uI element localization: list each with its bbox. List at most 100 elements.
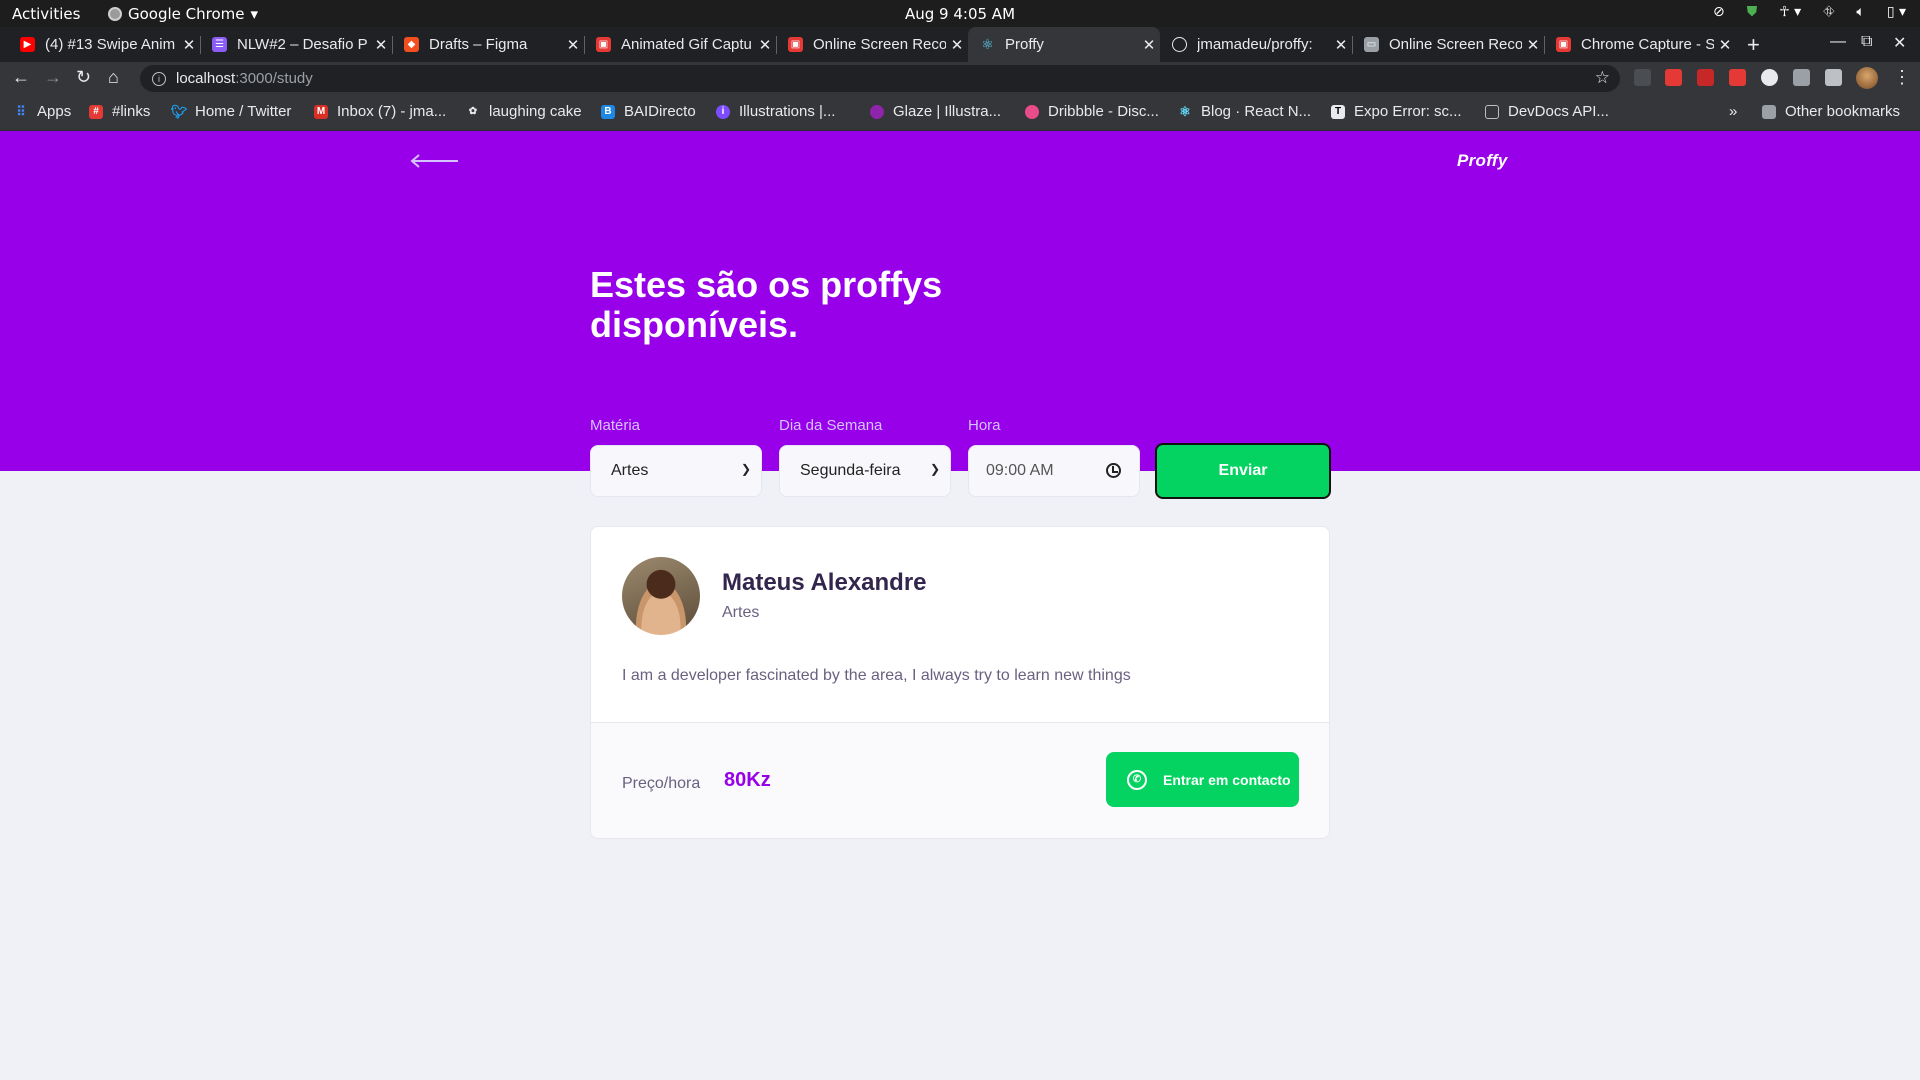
tab-2[interactable]: ◆ Drafts – Figma ✕	[392, 27, 584, 62]
subject-select[interactable]: Artes ❯	[590, 445, 762, 497]
cast-icon[interactable]	[1793, 69, 1810, 86]
subject-label: Matéria	[590, 417, 641, 434]
bank-icon: B	[601, 104, 615, 119]
close-icon[interactable]: ✕	[178, 36, 200, 54]
folder-icon	[1762, 104, 1776, 119]
react-icon: ⚛	[1179, 103, 1191, 119]
close-window-icon[interactable]: ✕	[1893, 33, 1906, 53]
extension-icon[interactable]	[1729, 69, 1746, 86]
page-content: Proffy Estes são os proffys disponíveis.…	[0, 131, 1920, 1080]
tab-0[interactable]: ▶ (4) #13 Swipe Anim ✕	[8, 27, 200, 62]
bookmark-label: Glaze | Illustra...	[893, 103, 1002, 120]
tab-title: NLW#2 – Desafio P	[237, 36, 368, 53]
price-label: Preço/hora	[622, 775, 701, 792]
close-icon[interactable]: ✕	[754, 36, 776, 54]
weekday-select[interactable]: Segunda-feira ❯	[779, 445, 951, 497]
close-icon[interactable]: ✕	[562, 36, 584, 54]
bookmark-item[interactable]: ✿ laughing cake	[466, 103, 582, 120]
profile-avatar[interactable]	[1856, 67, 1878, 89]
bookmark-item[interactable]: ⚛ Blog · React N...	[1178, 103, 1311, 120]
more-bookmarks-icon[interactable]: »	[1729, 103, 1737, 120]
browser-toolbar: ← → ↻ ⌂ i localhost:3000/study ☆ ⋮	[0, 62, 1920, 95]
bookmark-item[interactable]: 🐦︎ Home / Twitter	[171, 103, 292, 120]
forward-icon[interactable]: →	[44, 67, 62, 88]
other-bookmarks[interactable]: Other bookmarks	[1762, 103, 1900, 120]
teacher-name: Mateus Alexandre	[722, 569, 927, 596]
weekday-select-value: Segunda-feira	[800, 462, 901, 479]
accessibility-icon[interactable]: ☥ ▾	[1779, 4, 1801, 20]
restore-icon[interactable]: ⧉	[1861, 33, 1872, 51]
bookmark-item[interactable]: B BAIDirecto	[601, 103, 696, 120]
network-icon[interactable]: ⛗	[1823, 4, 1834, 20]
dribbble-icon	[1025, 104, 1039, 119]
back-arrow-icon[interactable]	[410, 151, 460, 171]
close-icon[interactable]: ✕	[1138, 36, 1160, 54]
bookmark-label: DevDocs API...	[1508, 103, 1609, 120]
address-bar[interactable]: i localhost:3000/study ☆	[140, 65, 1620, 92]
bookmark-item[interactable]: i Illustrations |...	[716, 103, 835, 120]
tab-8[interactable]: ▣ Chrome Capture - S ✕	[1544, 27, 1736, 62]
close-icon[interactable]: ✕	[1522, 36, 1544, 54]
minimize-icon[interactable]: —	[1830, 33, 1846, 51]
subject-select-value: Artes	[611, 462, 649, 479]
close-icon[interactable]: ✕	[1714, 36, 1736, 54]
menu-kebab-icon[interactable]: ⋮	[1893, 67, 1911, 88]
time-label: Hora	[968, 417, 1001, 434]
brand-logo[interactable]: Proffy	[1457, 151, 1508, 171]
time-input[interactable]: 09:00 AM	[968, 445, 1140, 497]
bookmark-favicon-icon: #	[89, 104, 103, 119]
extension-icon[interactable]	[1697, 69, 1714, 86]
bookmark-item[interactable]: # #links	[89, 103, 150, 120]
home-icon[interactable]: ⌂	[108, 67, 119, 88]
close-icon[interactable]: ✕	[1330, 36, 1352, 54]
time-input-value: 09:00 AM	[986, 462, 1054, 479]
extension-icon[interactable]	[1634, 69, 1651, 86]
puzzle-icon[interactable]	[1825, 69, 1842, 86]
bookmark-apps[interactable]: ⠿ Apps	[14, 103, 71, 120]
tab-3[interactable]: ▣ Animated Gif Captu ✕	[584, 27, 776, 62]
dnd-icon[interactable]: ⊘	[1713, 4, 1725, 20]
whatsapp-icon: ✆	[1127, 769, 1147, 790]
volume-icon[interactable]: 🔈︎	[1856, 4, 1864, 20]
bookmark-item[interactable]: Glaze | Illustra...	[870, 103, 1001, 120]
bookmark-label: Home / Twitter	[195, 103, 292, 120]
url-path: :3000/study	[235, 70, 313, 87]
new-tab-icon[interactable]: +	[1747, 32, 1760, 58]
tab-4[interactable]: ▣ Online Screen Reco ✕	[776, 27, 968, 62]
bookmark-label: Expo Error: sc...	[1354, 103, 1462, 120]
bookmark-item[interactable]: Dribbble - Disc...	[1025, 103, 1159, 120]
tab-5-active[interactable]: ⚛ Proffy ✕	[968, 27, 1160, 62]
tab-title: Chrome Capture - S	[1581, 36, 1714, 53]
shield-icon[interactable]: ⛊	[1747, 4, 1758, 20]
tab-1[interactable]: ☰ NLW#2 – Desafio P ✕	[200, 27, 392, 62]
info-icon[interactable]: i	[152, 71, 166, 86]
teacher-avatar	[622, 557, 700, 635]
submit-button[interactable]: Enviar	[1155, 443, 1331, 499]
tab-7[interactable]: ▭ Online Screen Reco ✕	[1352, 27, 1544, 62]
apps-grid-icon: ⠿	[16, 103, 26, 119]
bookmarks-bar: ⠿ Apps # #links 🐦︎ Home / Twitter M Inbox (7…	[0, 95, 1920, 131]
battery-icon[interactable]: ▯ ▾	[1887, 4, 1906, 20]
tab-6[interactable]: jmamadeu/proffy: ✕	[1160, 27, 1352, 62]
close-icon[interactable]: ✕	[946, 36, 968, 54]
tab-strip: ▶ (4) #13 Swipe Anim ✕ ☰ NLW#2 – Desafio…	[0, 27, 1920, 62]
bookmark-item[interactable]: DevDocs API...	[1485, 103, 1609, 120]
teacher-card-footer: Preço/hora 80Kz ✆ Entrar em contacto	[591, 722, 1329, 838]
close-icon[interactable]: ✕	[370, 36, 392, 54]
bookmark-label: BAIDirecto	[624, 103, 696, 120]
reload-icon[interactable]: ↻	[76, 67, 91, 88]
system-clock[interactable]: Aug 9 4:05 AM	[0, 5, 1920, 23]
system-tray[interactable]: ⊘ ⛊ ☥ ▾ ⛗ 🔈︎ ▯ ▾	[1713, 4, 1906, 20]
extension-icon[interactable]	[1665, 69, 1682, 86]
tab-title: Animated Gif Captu	[621, 36, 752, 53]
gmail-icon: M	[314, 104, 328, 119]
bookmark-item[interactable]: T Expo Error: sc...	[1331, 103, 1462, 120]
github-icon[interactable]	[1761, 69, 1778, 86]
bookmark-star-icon[interactable]: ☆	[1595, 68, 1610, 88]
back-icon[interactable]: ←	[12, 67, 30, 88]
monitor-icon: ▭	[1364, 37, 1379, 52]
bookmark-item[interactable]: M Inbox (7) - jma...	[314, 103, 446, 120]
clock-icon[interactable]	[1106, 463, 1121, 478]
contact-button[interactable]: ✆ Entrar em contacto	[1106, 752, 1299, 807]
weekday-label: Dia da Semana	[779, 417, 883, 434]
